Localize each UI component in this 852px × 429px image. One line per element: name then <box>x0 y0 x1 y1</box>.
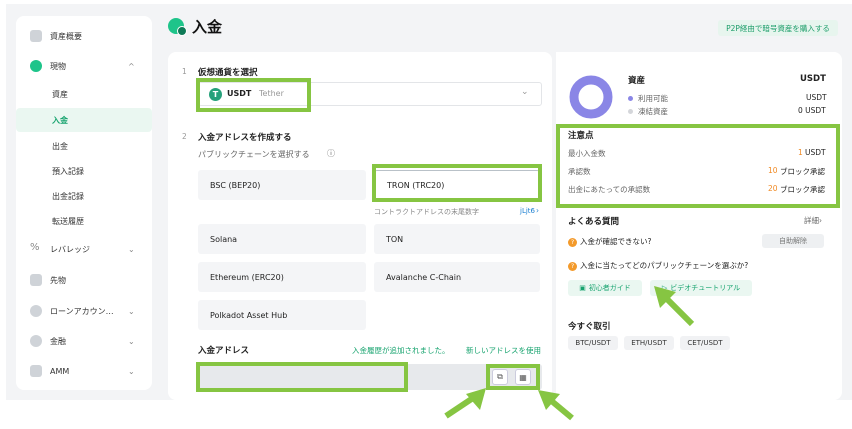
annotation-arrows <box>444 286 695 421</box>
